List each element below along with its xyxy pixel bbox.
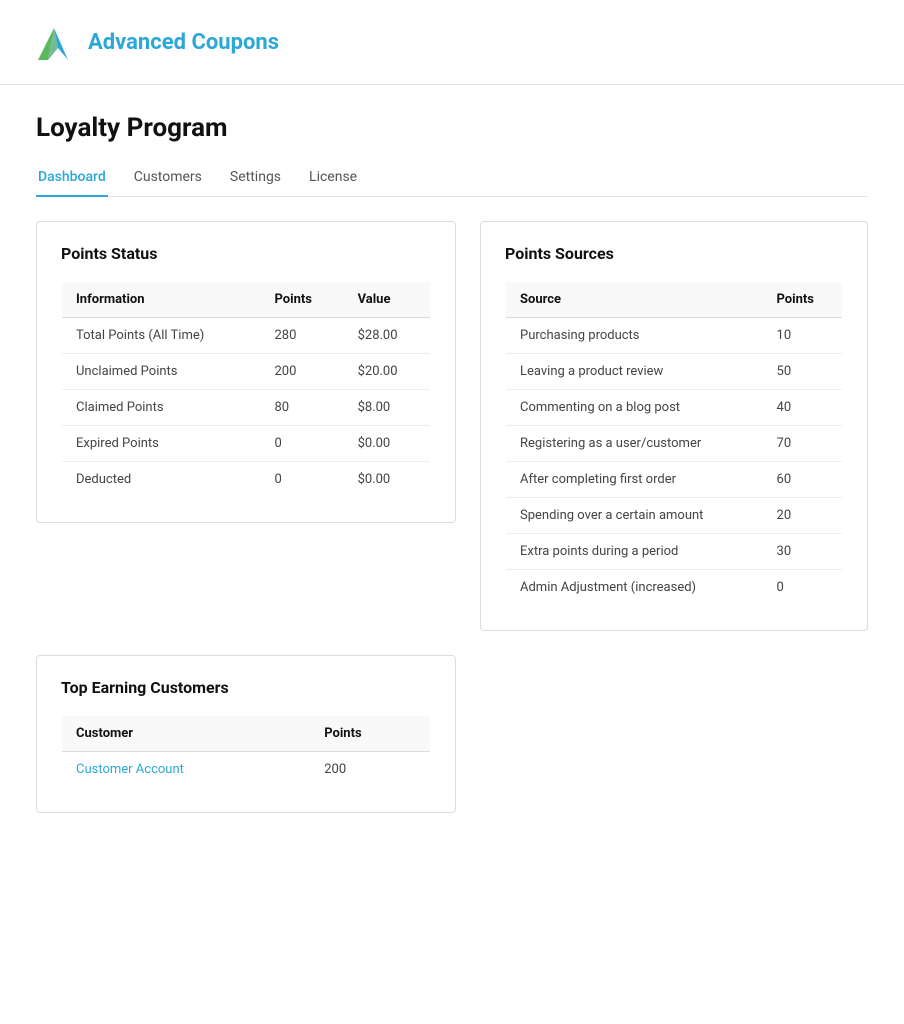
- points-cell: 80: [261, 390, 344, 426]
- page-title: Loyalty Program: [36, 113, 868, 143]
- value-cell: $0.00: [344, 426, 431, 462]
- logo: Advanced Coupons: [30, 18, 279, 66]
- table-row: Commenting on a blog post 40: [506, 390, 843, 426]
- table-row: Registering as a user/customer 70: [506, 426, 843, 462]
- cards-row-top: Points Status Information Points Value T…: [36, 221, 868, 631]
- points-cell: 30: [763, 534, 843, 570]
- points-cell: 200: [261, 354, 344, 390]
- tab-license[interactable]: License: [307, 161, 359, 197]
- header: Advanced Coupons: [0, 0, 904, 85]
- points-cell: 0: [261, 426, 344, 462]
- source-cell: Commenting on a blog post: [506, 390, 763, 426]
- points-cell: 20: [763, 498, 843, 534]
- value-cell: $8.00: [344, 390, 431, 426]
- table-row: Leaving a product review 50: [506, 354, 843, 390]
- table-row: Spending over a certain amount 20: [506, 498, 843, 534]
- value-cell: $0.00: [344, 462, 431, 498]
- tab-dashboard[interactable]: Dashboard: [36, 161, 108, 197]
- source-cell: Extra points during a period: [506, 534, 763, 570]
- table-row: Unclaimed Points 200 $20.00: [62, 354, 431, 390]
- source-cell: Admin Adjustment (increased): [506, 570, 763, 606]
- customer-link[interactable]: Customer Account: [76, 762, 184, 777]
- source-cell: Spending over a certain amount: [506, 498, 763, 534]
- cards-row-bottom: Top Earning Customers Customer Points Cu…: [36, 655, 868, 813]
- info-cell: Total Points (All Time): [62, 318, 261, 354]
- logo-text: Advanced Coupons: [88, 30, 279, 55]
- logo-icon: [30, 18, 78, 66]
- col-header-value: Value: [344, 282, 431, 318]
- tab-customers[interactable]: Customers: [132, 161, 204, 197]
- table-row: Customer Account 200: [62, 752, 431, 788]
- points-cell: 70: [763, 426, 843, 462]
- source-cell: Purchasing products: [506, 318, 763, 354]
- points-cell: 0: [763, 570, 843, 606]
- points-cell: 0: [261, 462, 344, 498]
- tab-settings[interactable]: Settings: [228, 161, 283, 197]
- top-customers-title: Top Earning Customers: [61, 678, 431, 697]
- table-row: Claimed Points 80 $8.00: [62, 390, 431, 426]
- source-cell: After completing first order: [506, 462, 763, 498]
- tabs-nav: Dashboard Customers Settings License: [36, 161, 868, 197]
- top-customers-card: Top Earning Customers Customer Points Cu…: [36, 655, 456, 813]
- points-sources-card: Points Sources Source Points Purchasing …: [480, 221, 868, 631]
- col-header-information: Information: [62, 282, 261, 318]
- info-cell: Claimed Points: [62, 390, 261, 426]
- info-cell: Deducted: [62, 462, 261, 498]
- table-row: Purchasing products 10: [506, 318, 843, 354]
- value-cell: $28.00: [344, 318, 431, 354]
- customer-points-cell: 200: [310, 752, 430, 788]
- col-header-customer: Customer: [62, 716, 311, 752]
- info-cell: Expired Points: [62, 426, 261, 462]
- source-cell: Leaving a product review: [506, 354, 763, 390]
- points-cell: 40: [763, 390, 843, 426]
- page-content: Loyalty Program Dashboard Customers Sett…: [0, 85, 904, 865]
- points-status-title: Points Status: [61, 244, 431, 263]
- customer-cell: Customer Account: [62, 752, 311, 788]
- source-cell: Registering as a user/customer: [506, 426, 763, 462]
- points-cell: 60: [763, 462, 843, 498]
- table-row: After completing first order 60: [506, 462, 843, 498]
- col-header-source: Source: [506, 282, 763, 318]
- col-header-customer-points: Points: [310, 716, 430, 752]
- points-cell: 280: [261, 318, 344, 354]
- col-header-points-src: Points: [763, 282, 843, 318]
- table-row: Expired Points 0 $0.00: [62, 426, 431, 462]
- points-status-table: Information Points Value Total Points (A…: [61, 281, 431, 498]
- top-customers-table: Customer Points Customer Account 200: [61, 715, 431, 788]
- table-row: Extra points during a period 30: [506, 534, 843, 570]
- points-status-card: Points Status Information Points Value T…: [36, 221, 456, 523]
- points-cell: 50: [763, 354, 843, 390]
- points-sources-table: Source Points Purchasing products 10 Lea…: [505, 281, 843, 606]
- table-row: Admin Adjustment (increased) 0: [506, 570, 843, 606]
- points-cell: 10: [763, 318, 843, 354]
- value-cell: $20.00: [344, 354, 431, 390]
- table-row: Total Points (All Time) 280 $28.00: [62, 318, 431, 354]
- info-cell: Unclaimed Points: [62, 354, 261, 390]
- col-header-points: Points: [261, 282, 344, 318]
- points-sources-title: Points Sources: [505, 244, 843, 263]
- table-row: Deducted 0 $0.00: [62, 462, 431, 498]
